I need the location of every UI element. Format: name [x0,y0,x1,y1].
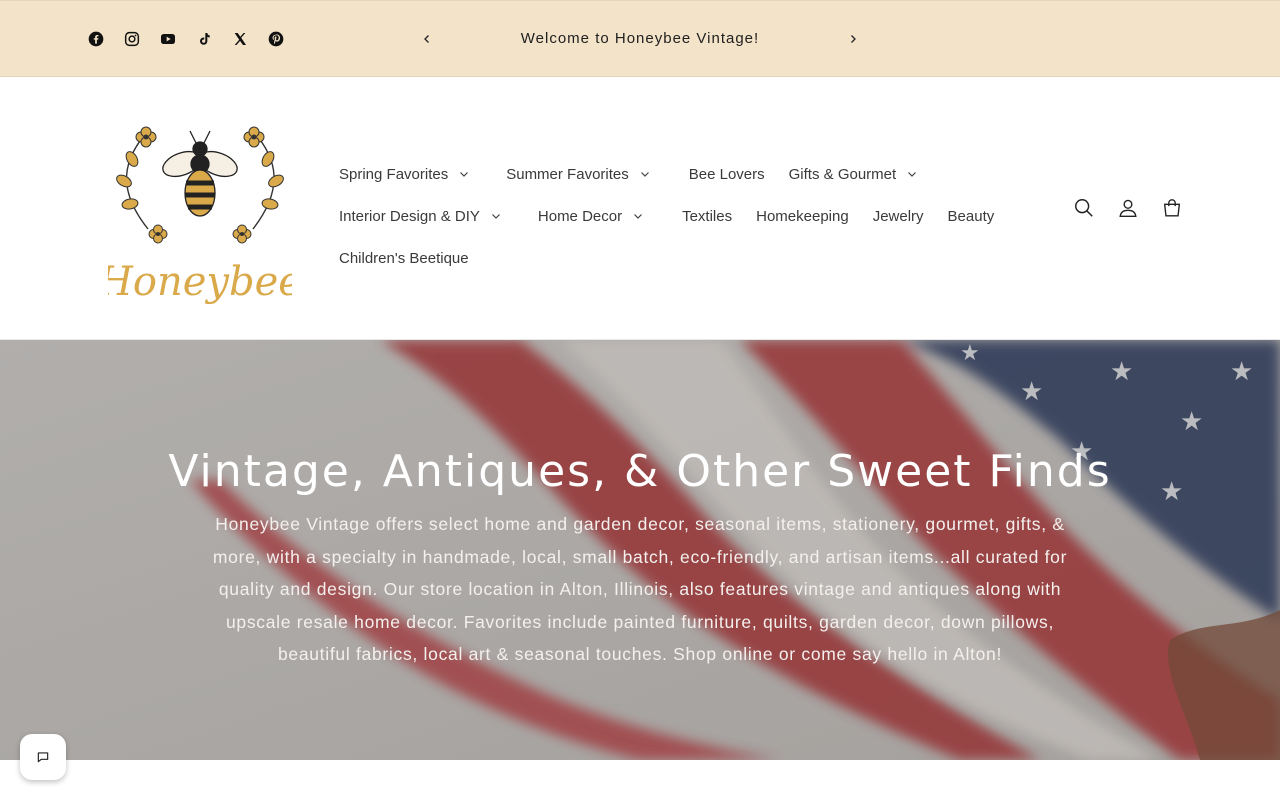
chevron-down-icon [491,214,500,219]
nav-item-beauty[interactable]: Beauty [948,208,995,225]
nav-item-label: Spring Favorites [339,165,449,183]
nav-item-label: Gifts & Gourmet [788,165,897,183]
bee-logo-icon: Honeybee [97,126,302,305]
nav-row: Interior Design & DIY Home Decor Textiles H… [339,195,1039,237]
chevron-right-icon [851,35,856,43]
nav-item-label: Summer Favorites [506,165,629,183]
search-icon[interactable] [1072,196,1096,220]
nav-item-gifts-gourmet[interactable]: Gifts & Gourmet [789,166,918,183]
nav-item-label: Beauty [947,207,995,225]
chevron-down-icon [640,172,649,177]
nav-item-label: Jewelry [872,207,924,225]
pinterest-icon[interactable] [266,29,286,49]
announcement-text: Welcome to Honeybee Vintage! [520,30,760,47]
chevron-down-icon [908,172,917,177]
account-icon[interactable] [1116,196,1140,220]
nav-item-label: Interior Design & DIY [339,207,480,225]
announcement-next-button[interactable] [843,29,863,49]
nav-item-bee-lovers[interactable]: Bee Lovers [689,166,765,183]
main-nav: Spring Favorites Summer Favorites Bee Love… [339,153,1039,279]
youtube-icon[interactable] [158,29,178,49]
nav-item-label: Homekeeping [756,207,849,225]
hero-banner: ★ ★ ★ ★ ★ ★ ★ Vintage, Antiques, & Other… [0,340,1280,760]
instagram-icon[interactable] [122,29,142,49]
chevron-down-icon [460,172,469,177]
nav-item-jewelry[interactable]: Jewelry [873,208,924,225]
nav-row: Children's Beetique [339,237,1039,279]
chevron-down-icon [634,214,643,219]
cart-icon[interactable] [1160,196,1184,220]
hero-description: Honeybee Vintage offers select home and … [212,514,1068,664]
nav-item-label: Children's Beetique [339,249,469,267]
chevron-left-icon [424,35,429,43]
logo-wordmark: Honeybee [108,259,292,305]
nav-item-home-decor[interactable]: Home Decor [538,208,643,225]
nav-item-textiles[interactable]: Textiles [682,208,732,225]
social-links [86,29,286,49]
nav-item-homekeeping[interactable]: Homekeeping [756,208,849,225]
nav-item-interior-design-diy[interactable]: Interior Design & DIY [339,208,501,225]
site-header: Honeybee Spring Favorites Summer Favorite… [0,77,1280,340]
announcement-bar: Welcome to Honeybee Vintage! [0,0,1280,77]
nav-row: Spring Favorites Summer Favorites Bee Love… [339,153,1039,195]
x-icon[interactable] [230,29,250,49]
nav-item-spring-favorites[interactable]: Spring Favorites [339,166,469,183]
nav-item-label: Bee Lovers [688,165,765,183]
store-logo[interactable]: Honeybee [97,119,302,309]
hero-title: Vintage, Antiques, & Other Sweet Finds [168,446,1112,497]
nav-item-label: Home Decor [537,207,623,225]
tiktok-icon[interactable] [194,29,214,49]
nav-item-label: Textiles [682,207,733,225]
chat-button[interactable] [20,734,66,780]
nav-item-summer-favorites[interactable]: Summer Favorites [506,166,650,183]
header-actions [1072,196,1184,220]
nav-item-children-s-beetique[interactable]: Children's Beetique [339,250,469,267]
facebook-icon[interactable] [86,29,106,49]
announcement-prev-button[interactable] [417,29,437,49]
chat-icon [37,752,49,763]
